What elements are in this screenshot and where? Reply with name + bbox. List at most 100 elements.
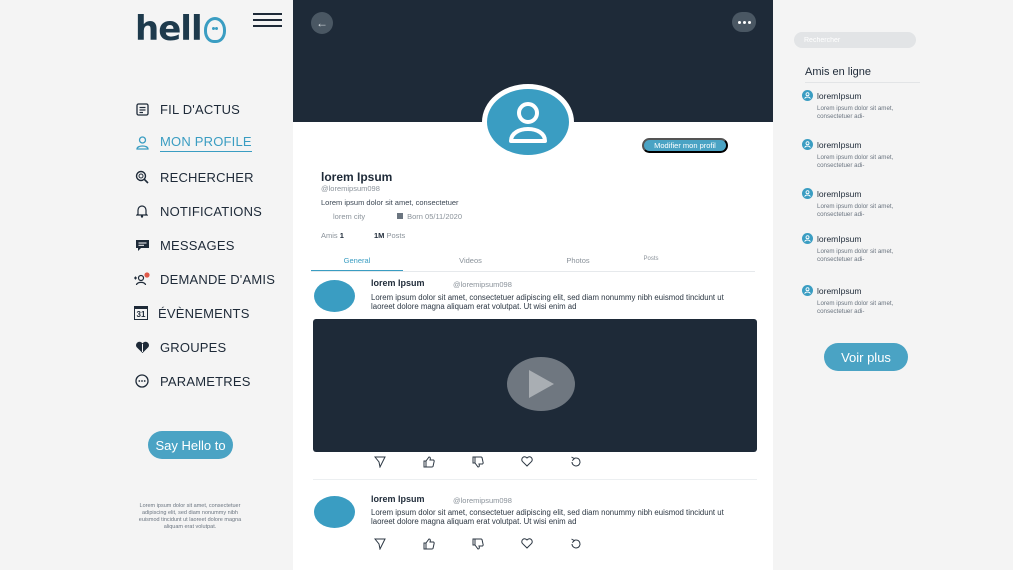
friend-item[interactable]: loremIpsum Lorem ipsum dolor sit amet, c… (802, 188, 932, 218)
nav-label: MON PROFILE (160, 134, 252, 152)
profile-city: lorem city (333, 212, 366, 221)
nav-item-notifications[interactable]: NOTIFICATIONS (134, 194, 275, 228)
profile-handle: @loremipsum098 (321, 184, 380, 193)
chat-icon (134, 237, 150, 253)
profile-born-wrap: Born 05/11/2020 (397, 212, 462, 221)
nav-label: PARAMETRES (160, 373, 251, 389)
post-text: Lorem ipsum dolor sit amet, consectetuer… (371, 293, 724, 311)
heart-icon[interactable] (502, 538, 551, 550)
tab-general[interactable]: General (311, 256, 403, 271)
group-icon (134, 339, 150, 355)
thumbs-up-icon[interactable] (404, 538, 453, 550)
nav-item-rechercher[interactable]: RECHERCHER (134, 160, 275, 194)
friend-name: loremIpsum (817, 188, 862, 199)
friend-status: Lorem ipsum dolor sit amet, consectetuer… (817, 300, 894, 315)
friend-name: loremIpsum (817, 90, 862, 101)
right-sidebar: Amis en ligne loremIpsum Lorem ipsum dol… (773, 0, 1013, 570)
friend-item[interactable]: loremIpsum Lorem ipsum dolor sit amet, c… (802, 285, 932, 315)
online-friends-title: Amis en ligne (805, 66, 872, 78)
repost-icon[interactable] (551, 456, 600, 468)
posts-stat-count: 1M (373, 231, 385, 240)
friend-item[interactable]: loremIpsum Lorem ipsum dolor sit amet, c… (802, 139, 932, 169)
friend-status: Lorem ipsum dolor sit amet, consectetuer… (817, 248, 894, 263)
news-icon (134, 101, 150, 117)
search-input[interactable] (794, 32, 916, 48)
profile-born: Born 05/11/2020 (407, 212, 462, 221)
post-actions (355, 456, 600, 468)
nav-item-demande-damis[interactable]: DEMANDE D'AMIS (134, 262, 275, 296)
friend-status: Lorem ipsum dolor sit amet, consectetuer… (817, 203, 894, 218)
post-actions (355, 538, 600, 550)
footer-text: Lorem ipsum dolor sit amet, consectetuer… (138, 503, 242, 530)
profile-stats: Amis 1 1M Posts (321, 231, 405, 240)
nav-item-evenements[interactable]: 31 ÉVÈNEMENTS (134, 296, 275, 330)
main-nav: FIL D'ACTUS MON PROFILE RECHERCHER NOTIF… (134, 92, 275, 398)
say-hello-button[interactable]: Say Hello to (148, 431, 233, 459)
repost-icon[interactable] (551, 538, 600, 550)
friend-item[interactable]: loremIpsum Lorem ipsum dolor sit amet, c… (802, 233, 932, 263)
post-author[interactable]: lorem Ipsum (371, 494, 425, 504)
hello-logo[interactable]: hell (135, 12, 226, 46)
user-avatar-icon (802, 233, 813, 244)
nav-item-messages[interactable]: MESSAGES (134, 228, 275, 262)
nav-label: DEMANDE D'AMIS (160, 271, 276, 287)
friends-stat-label: Amis (321, 231, 338, 240)
share-icon[interactable] (355, 538, 404, 550)
heart-icon[interactable] (502, 456, 551, 468)
friend-status: Lorem ipsum dolor sit amet, consectetuer… (817, 154, 894, 169)
nav-item-parametres[interactable]: PARAMETRES (134, 364, 275, 398)
nav-label: ÉVÈNEMENTS (158, 305, 250, 321)
post-avatar[interactable] (314, 280, 355, 312)
post-separator (313, 479, 757, 480)
profile-name: lorem Ipsum (321, 170, 393, 184)
divider (805, 82, 920, 83)
profile-tabs: General Videos Photos Posts (311, 256, 755, 272)
post-handle: @loremipsum098 (453, 280, 512, 289)
bell-icon (134, 203, 150, 219)
share-icon[interactable] (355, 456, 404, 468)
tab-photos[interactable]: Photos (538, 256, 618, 271)
posts-stat-label: Posts (386, 231, 406, 240)
friends-stat-count: 1 (339, 231, 344, 240)
profile-avatar[interactable] (482, 84, 574, 160)
friends-stat[interactable]: Amis 1 (321, 231, 344, 240)
tab-posts[interactable]: Posts (618, 256, 684, 271)
more-options-icon[interactable] (732, 12, 756, 32)
thumbs-up-icon[interactable] (404, 456, 453, 468)
nav-item-groupes[interactable]: GROUPES (134, 330, 275, 364)
posts-stat[interactable]: 1M Posts (374, 231, 405, 240)
profile-main: ← Modifier mon profil lorem Ipsum @lorem… (293, 0, 773, 570)
post-handle: @loremipsum098 (453, 496, 512, 505)
play-icon[interactable] (507, 357, 575, 411)
friend-name: loremIpsum (817, 285, 862, 296)
nav-label: RECHERCHER (160, 169, 254, 185)
settings-icon (134, 373, 150, 389)
friend-item[interactable]: loremIpsum Lorem ipsum dolor sit amet, c… (802, 90, 932, 120)
friend-status: Lorem ipsum dolor sit amet, consectetuer… (817, 105, 894, 120)
tab-videos[interactable]: Videos (403, 256, 538, 271)
calendar-small-icon (397, 213, 404, 219)
nav-item-mon-profile[interactable]: MON PROFILE (134, 126, 275, 160)
search-icon (134, 169, 150, 185)
hamburger-menu-icon[interactable] (253, 13, 282, 27)
nav-item-fil-dactus[interactable]: FIL D'ACTUS (134, 92, 275, 126)
nav-label: MESSAGES (160, 237, 235, 253)
post-author[interactable]: lorem Ipsum (371, 278, 425, 288)
left-sidebar: hell FIL D'ACTUS MON PROFILE RECHERCHER … (0, 0, 293, 570)
user-avatar-icon (509, 102, 547, 143)
user-avatar-icon (802, 139, 813, 150)
video-player[interactable] (313, 319, 757, 452)
nav-label: FIL D'ACTUS (160, 101, 241, 117)
post-text: Lorem ipsum dolor sit amet, consectetuer… (371, 508, 724, 526)
see-more-button[interactable]: Voir plus (824, 343, 908, 371)
nav-label: GROUPES (160, 339, 227, 355)
thumbs-down-icon[interactable] (453, 538, 502, 550)
back-arrow-icon[interactable]: ← (311, 12, 333, 34)
friend-name: loremIpsum (817, 233, 862, 244)
thumbs-down-icon[interactable] (453, 456, 502, 468)
friend-name: loremIpsum (817, 139, 862, 150)
profile-bio: Lorem ipsum dolor sit amet, consectetuer (321, 198, 459, 207)
edit-profile-button[interactable]: Modifier mon profil (642, 138, 728, 153)
post-avatar[interactable] (314, 496, 355, 528)
nav-label: NOTIFICATIONS (160, 203, 263, 219)
